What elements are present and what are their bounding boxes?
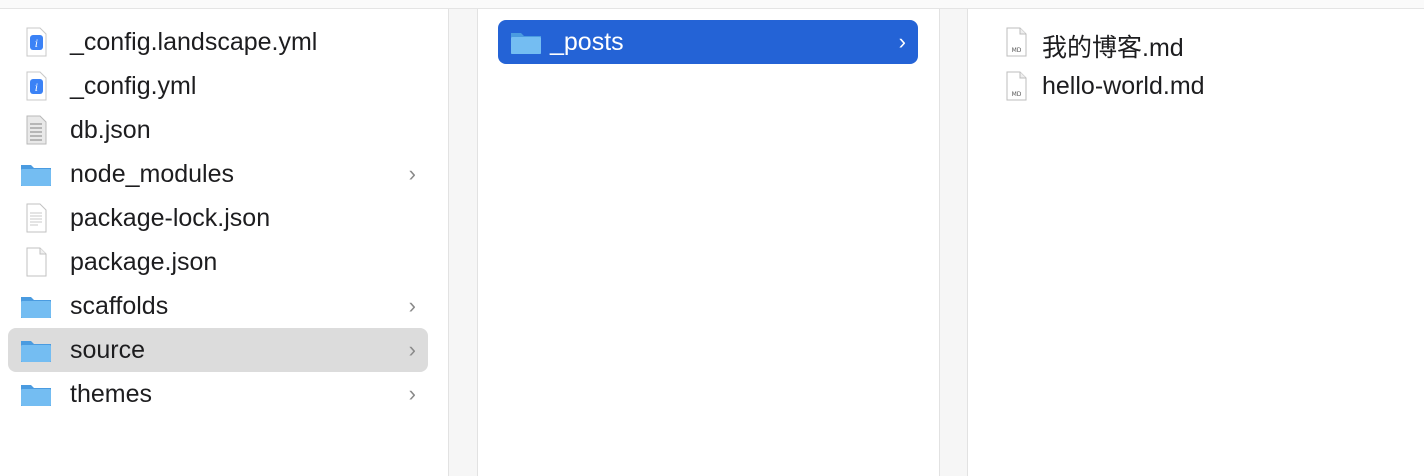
folder-name: _posts xyxy=(550,28,624,56)
file-name: db.json xyxy=(70,116,151,144)
svg-text:i: i xyxy=(35,83,38,94)
json-file-icon xyxy=(26,115,47,145)
file-name: _config.yml xyxy=(70,72,197,100)
folder-icon xyxy=(21,165,51,186)
list-item-selected[interactable]: _posts › xyxy=(498,20,918,64)
chevron-right-icon: › xyxy=(408,161,416,186)
list-item[interactable]: MD 我的博客.md xyxy=(988,20,1408,64)
yaml-file-icon: i xyxy=(26,71,47,101)
file-name: hello-world.md xyxy=(1042,72,1205,100)
svg-text:MD: MD xyxy=(1012,47,1022,54)
folder-icon xyxy=(21,297,51,318)
folder-name: node_modules xyxy=(70,160,235,188)
list-item-selected[interactable]: source › xyxy=(8,328,428,372)
chevron-right-icon: › xyxy=(408,337,416,362)
svg-text:MD: MD xyxy=(1012,91,1022,98)
column-posts: MD 我的博客.md MD hello-world.md xyxy=(968,9,1424,476)
folder-name: source xyxy=(70,336,146,364)
list-item[interactable]: i _config.landscape.yml xyxy=(8,20,428,64)
list-item[interactable]: package.json xyxy=(8,240,428,284)
list-item[interactable]: i _config.yml xyxy=(8,64,428,108)
window-top-edge xyxy=(0,0,1424,9)
text-file-icon xyxy=(26,247,47,277)
column-divider-2[interactable] xyxy=(939,9,968,476)
list-item[interactable]: MD hello-world.md xyxy=(988,64,1408,108)
chevron-right-icon: › xyxy=(898,29,906,54)
folder-icon xyxy=(21,341,51,362)
list-item[interactable]: package-lock.json xyxy=(8,196,428,240)
yaml-file-icon: i xyxy=(26,27,47,57)
folder-icon xyxy=(511,33,541,54)
markdown-file-icon: MD xyxy=(1006,27,1027,57)
column-divider-1[interactable] xyxy=(448,9,478,476)
list-item[interactable]: scaffolds › xyxy=(8,284,428,328)
list-item[interactable]: node_modules › xyxy=(8,152,428,196)
file-name: _config.landscape.yml xyxy=(70,28,318,56)
folder-name: themes xyxy=(70,380,152,408)
list-item[interactable]: themes › xyxy=(8,372,428,416)
text-file-icon xyxy=(26,203,47,233)
file-name: package.json xyxy=(70,248,218,276)
file-name: package-lock.json xyxy=(70,204,271,232)
list-item[interactable]: db.json xyxy=(8,108,428,152)
folder-name: scaffolds xyxy=(70,292,169,320)
chevron-right-icon: › xyxy=(408,381,416,406)
svg-text:i: i xyxy=(35,39,38,50)
folder-icon xyxy=(21,385,51,406)
chevron-right-icon: › xyxy=(408,293,416,318)
markdown-file-icon: MD xyxy=(1006,71,1027,101)
column-root: i _config.landscape.yml i _config.yml db… xyxy=(0,9,448,476)
column-source: _posts › xyxy=(478,9,939,476)
file-name: 我的博客.md xyxy=(1042,34,1184,62)
